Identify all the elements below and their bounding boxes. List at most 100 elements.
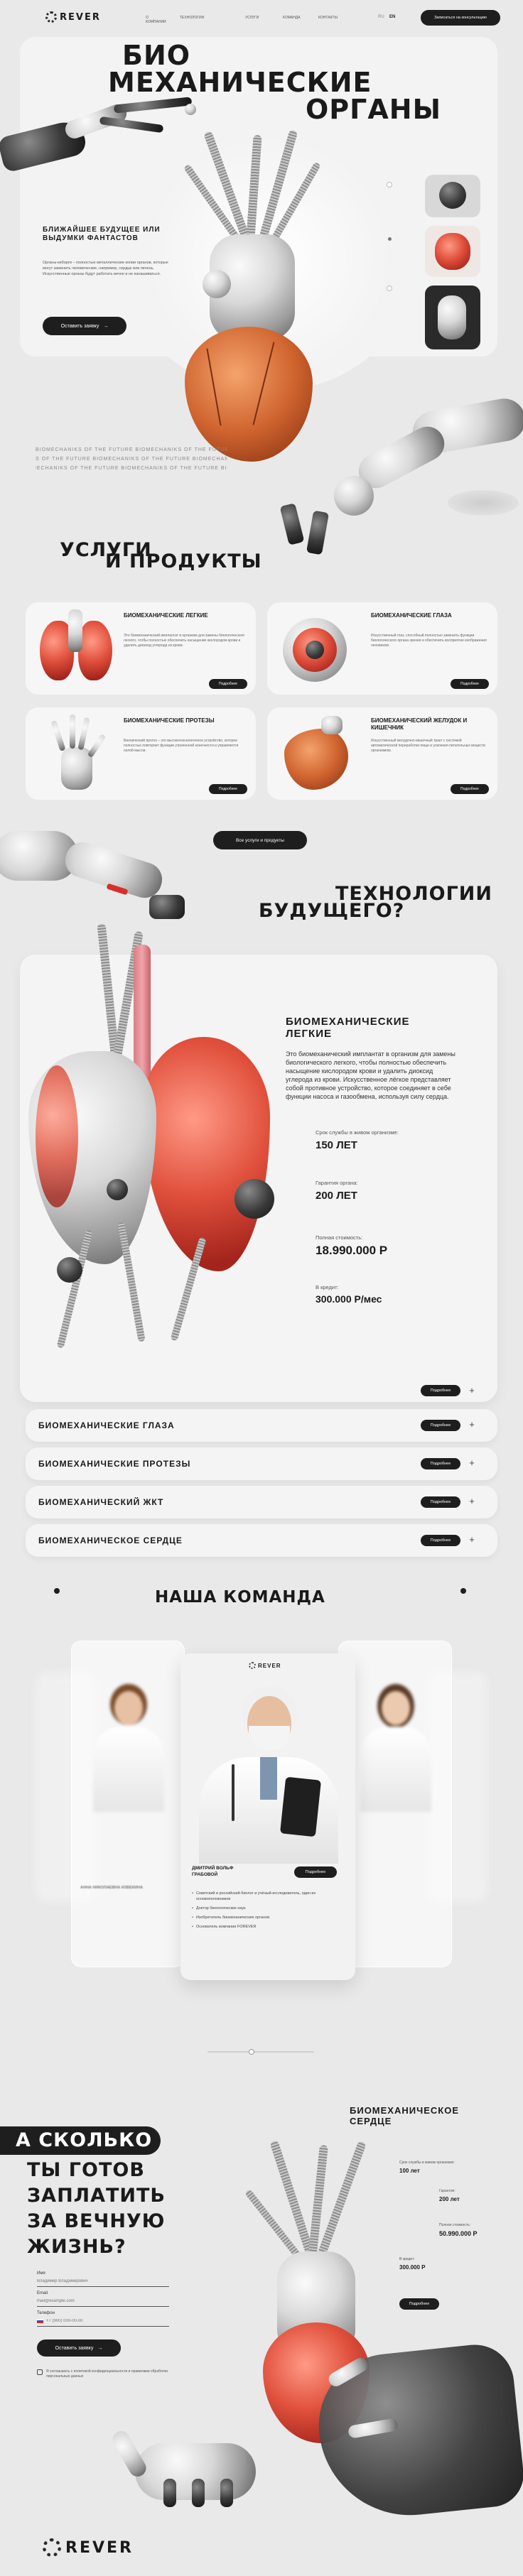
logo-gear-icon bbox=[45, 11, 57, 23]
email-input[interactable] bbox=[37, 2295, 169, 2307]
marquee-line-3: BIOMECHANIKS OF THE FUTURE BIOMECHANIKS … bbox=[36, 466, 227, 471]
big-lungs-illustration bbox=[7, 923, 277, 1378]
hero-thumbnail-1[interactable] bbox=[425, 175, 480, 217]
phone-input[interactable] bbox=[46, 2315, 169, 2326]
consent-text: Я соглашаюсь с политикой конфиденциально… bbox=[46, 2369, 168, 2379]
team-member-bullets: • Советский и российский биолог и учёный-… bbox=[192, 1891, 341, 1933]
accordion-plus-icon[interactable]: + bbox=[466, 1496, 478, 1509]
team-card-right[interactable] bbox=[338, 1641, 452, 1967]
hero-subtitle: БЛИЖАЙШЕЕ БУДУЩЕЕ ИЛИ ВЫДУМКИ ФАНТАСТОВ bbox=[43, 226, 161, 242]
nav-item-technology[interactable]: ТЕХНОЛОГИИ bbox=[180, 16, 204, 20]
service-card-button[interactable]: Подробнее bbox=[209, 679, 247, 689]
service-card-button[interactable]: Подробнее bbox=[451, 679, 489, 689]
russia-flag-icon[interactable] bbox=[37, 2318, 43, 2323]
accordion-title: БИОМЕХАНИЧЕСКИЕ ГЛАЗА bbox=[38, 1420, 175, 1430]
heart-in-hand-illustration bbox=[234, 2138, 523, 2536]
accordion-plus-icon[interactable]: + bbox=[466, 1534, 478, 1547]
accordion-more-button[interactable]: Подробнее bbox=[421, 1535, 460, 1546]
accordion-more-button[interactable]: Подробнее bbox=[421, 1420, 460, 1431]
bullet-item: • Доктор биологических наук bbox=[192, 1906, 246, 1911]
header: REVER О КОМПАНИИ ТЕХНОЛОГИИ УСЛУГИ КОМАН… bbox=[0, 0, 523, 37]
robot-arm-illustration bbox=[270, 395, 523, 561]
order-product-title: БИОМЕХАНИЧЕСКОЕ СЕРДЦЕ bbox=[350, 2105, 460, 2126]
hero-slider-dot-3[interactable] bbox=[387, 286, 392, 291]
team-card-logo: REVER bbox=[249, 1662, 281, 1669]
accordion-item-heart[interactable]: БИОМЕХАНИЧЕСКОЕ СЕРДЦЕ Подробнее + bbox=[26, 1524, 497, 1557]
hero-cta-button[interactable]: Оставить заявку → bbox=[43, 317, 126, 335]
accordion-plus-icon[interactable]: + bbox=[466, 1457, 478, 1470]
team-slider-handle[interactable] bbox=[249, 2049, 254, 2055]
marquee-line-2: BIOMECHANIKS OF THE FUTURE BIOMECHANIKS … bbox=[36, 457, 227, 462]
feature-warranty-label: Гарантия органа: bbox=[316, 1180, 358, 1186]
doctor-photo-left bbox=[92, 1684, 166, 1812]
hero-slider-dot-2[interactable] bbox=[388, 237, 392, 241]
accordion-title: БИОМЕХАНИЧЕСКИЙ ЖКТ bbox=[38, 1497, 164, 1507]
name-input[interactable] bbox=[37, 2276, 169, 2287]
hero-thumbnail-2[interactable] bbox=[425, 226, 480, 277]
service-card-title: БИОМЕХАНИЧЕСКИЕ ЛЕГКИЕ bbox=[124, 612, 208, 619]
submit-label: Оставить заявку bbox=[55, 2345, 94, 2351]
consent-checkbox[interactable] bbox=[37, 2369, 43, 2375]
bullet-item: • Изобретатель биомеханических органов bbox=[192, 1915, 270, 1920]
service-card-text: Бионический протез – это высокотехнологи… bbox=[124, 739, 239, 753]
doctor-photo-right bbox=[359, 1684, 433, 1812]
stomach-illustration bbox=[274, 712, 360, 795]
team-card-more-button[interactable]: Подробнее bbox=[294, 1866, 337, 1878]
accordion-item-prostheses[interactable]: БИОМЕХАНИЧЕСКИЕ ПРОТЕЗЫ Подробнее + bbox=[26, 1447, 497, 1480]
lang-ru[interactable]: RU bbox=[378, 15, 384, 19]
feature-life-value: 150 ЛЕТ bbox=[316, 1139, 357, 1151]
accordion-item-gi-tract[interactable]: БИОМЕХАНИЧЕСКИЙ ЖКТ Подробнее + bbox=[26, 1486, 497, 1518]
team-card-left[interactable]: АННА НИКОЛАЕВНА ИЗВЕКИНА bbox=[71, 1641, 185, 1967]
feature-text: Это биомеханический имплантат в организм… bbox=[286, 1050, 455, 1100]
nav-item-about[interactable]: О КОМПАНИИ bbox=[146, 16, 166, 24]
service-card-button[interactable]: Подробнее bbox=[209, 784, 247, 794]
hero-thumbnail-3[interactable] bbox=[425, 286, 480, 349]
order-form: Имя Email Телефон Оставить заявку → Я со… bbox=[37, 2271, 169, 2379]
question-line-4: ЗА ВЕЧНУЮ bbox=[27, 2210, 166, 2232]
accordion-more-button[interactable]: Подробнее bbox=[421, 1496, 460, 1508]
lang-en[interactable]: EN bbox=[389, 15, 395, 19]
service-card-prostheses[interactable]: БИОМЕХАНИЧЕСКИЕ ПРОТЕЗЫ Бионический прот… bbox=[26, 707, 256, 800]
arrow-right-icon: → bbox=[97, 2345, 103, 2351]
team-decor-dot-right bbox=[460, 1588, 466, 1594]
accordion-item-eyes[interactable]: БИОМЕХАНИЧЕСКИЕ ГЛАЗА Подробнее + bbox=[26, 1409, 497, 1442]
team-slider-track[interactable] bbox=[207, 2049, 314, 2055]
accordion-title: БИОМЕХАНИЧЕСКОЕ СЕРДЦЕ bbox=[38, 1536, 183, 1545]
logo[interactable]: REVER bbox=[45, 11, 101, 23]
prosthetic-hand-illustration bbox=[40, 712, 118, 795]
service-card-stomach[interactable]: БИОМЕХАНИЧЕСКИЙ ЖЕЛУДОК И КИШЕЧНИК Искус… bbox=[267, 707, 497, 800]
industrial-robot-illustration bbox=[0, 824, 213, 930]
doctor-photo-center bbox=[195, 1686, 341, 1864]
lungs-illustration bbox=[33, 607, 118, 690]
question-line-1: А СКОЛЬКО bbox=[0, 2126, 161, 2155]
services-title-line2: И ПРОДУКТЫ bbox=[105, 550, 262, 572]
hero-slider-dot-1[interactable] bbox=[387, 182, 392, 188]
service-card-title: БИОМЕХАНИЧЕСКИЕ ПРОТЕЗЫ bbox=[124, 717, 215, 724]
feature-warranty-value: 200 ЛЕТ bbox=[316, 1190, 357, 1202]
nav-item-services[interactable]: УСЛУГИ bbox=[245, 16, 259, 20]
feature-plus-icon[interactable]: + bbox=[466, 1385, 478, 1396]
tech-title-line2: БУДУЩЕГО? bbox=[259, 900, 405, 922]
question-line-3: ЗАПЛАТИТЬ bbox=[27, 2185, 166, 2207]
accordion-more-button[interactable]: Подробнее bbox=[421, 1458, 460, 1469]
robot-fingers-illustration bbox=[107, 2401, 277, 2514]
service-card-lungs[interactable]: БИОМЕХАНИЧЕСКИЕ ЛЕГКИЕ Это биомеханическ… bbox=[26, 602, 256, 695]
nav-item-contacts[interactable]: КОНТАКТЫ bbox=[318, 16, 338, 20]
accordion-plus-icon[interactable]: + bbox=[466, 1419, 478, 1432]
service-card-eyes[interactable]: БИОМЕХАНИЧЕСКИЕ ГЛАЗА Искусственный глаз… bbox=[267, 602, 497, 695]
service-card-text: Искусственный желудочно-кишечный тракт с… bbox=[371, 739, 485, 753]
feature-title: БИОМЕХАНИЧЕСКИЕ ЛЕГКИЕ bbox=[286, 1016, 410, 1040]
marquee-strip: BIOMECHANIKS OF THE FUTURE BIOMECHANIKS … bbox=[36, 445, 227, 474]
all-services-button[interactable]: Все услуги и продукты bbox=[213, 831, 307, 849]
logo-gear-icon bbox=[249, 1662, 256, 1669]
feature-more-button[interactable]: Подробнее bbox=[421, 1385, 460, 1396]
team-card-center[interactable]: REVER ДМИТРИЙ ВОЛЬФ ГРАБОВОЙ Подробнее •… bbox=[180, 1653, 355, 1980]
order-question-block: А СКОЛЬКО ТЫ ГОТОВ ЗАПЛАТИТЬ ЗА ВЕЧНУЮ Ж… bbox=[0, 2126, 219, 2260]
footer-logo[interactable]: REVER bbox=[43, 2538, 134, 2557]
nav-item-team[interactable]: КОМАНДА bbox=[283, 16, 301, 20]
consultation-button[interactable]: Записаться на консультацию bbox=[421, 10, 500, 26]
feature-credit-value: 300.000 Р/мес bbox=[316, 1293, 382, 1305]
service-card-text: Искусственный глаз, способный полностью … bbox=[371, 634, 487, 648]
service-card-button[interactable]: Подробнее bbox=[451, 784, 489, 794]
submit-order-button[interactable]: Оставить заявку → bbox=[37, 2339, 121, 2357]
